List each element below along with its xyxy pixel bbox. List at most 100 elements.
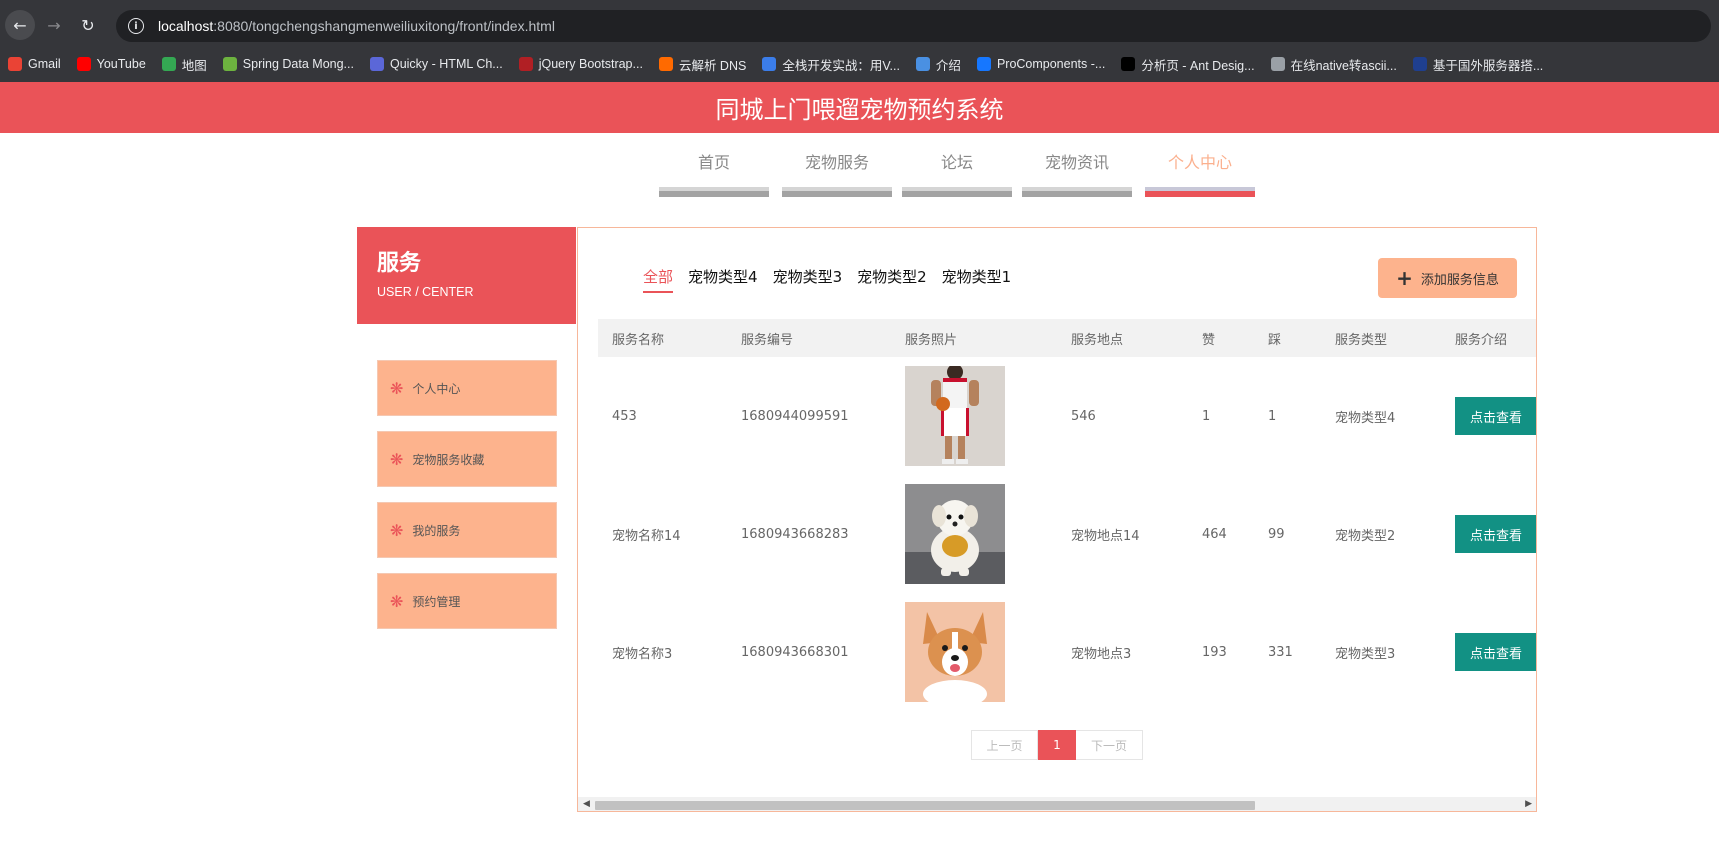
- prev-page-button[interactable]: 上一页: [971, 730, 1038, 760]
- page-number-current[interactable]: 1: [1038, 730, 1076, 760]
- bookmark-favicon-icon: [8, 57, 22, 71]
- snowflake-icon: ❋: [390, 520, 404, 540]
- bookmark-label: 在线native转ascii...: [1290, 58, 1397, 73]
- bookmark-favicon-icon: [976, 57, 991, 71]
- horizontal-scrollbar[interactable]: ◀ ▶: [578, 797, 1536, 811]
- sidebar-item-my-services[interactable]: ❋ 我的服务: [377, 502, 557, 558]
- nav-item-label: 宠物服务: [804, 153, 869, 172]
- bookmark-favicon-icon: [762, 57, 777, 71]
- scroll-right-icon[interactable]: ▶: [1525, 799, 1532, 809]
- bookmark-item[interactable]: Quicky - HTML Ch...: [369, 57, 503, 71]
- snowflake-icon: ❋: [390, 449, 404, 469]
- sidebar-item-bookings[interactable]: ❋ 预约管理: [377, 573, 557, 629]
- snowflake-icon: ❋: [390, 591, 404, 611]
- reload-button[interactable]: ↻: [73, 10, 103, 40]
- service-code: 1680943668301: [741, 644, 849, 660]
- next-page-button[interactable]: 下一页: [1076, 730, 1143, 760]
- reload-icon: ↻: [81, 15, 95, 35]
- sidebar-item-label: 预约管理: [412, 594, 461, 609]
- sidebar-header: 服务 USER / CENTER: [357, 227, 576, 324]
- bookmark-item[interactable]: 全栈开发实战：用V...: [762, 55, 900, 74]
- arrow-right-icon: →: [47, 15, 61, 35]
- bookmark-item[interactable]: 介绍: [915, 55, 961, 74]
- bookmark-item[interactable]: jQuery Bootstrap...: [518, 57, 643, 71]
- service-photo-cell: [891, 357, 1057, 475]
- service-code: 1680943668283: [741, 526, 849, 542]
- table-row: 宠物名称3 1680943668301 宠物地点3 193 331 宠物类型3 …: [598, 593, 1536, 711]
- service-name: 宠物名称3: [612, 646, 673, 662]
- browser-chrome: ← → ↻ i localhost:8080/tongchengshangmen…: [0, 0, 1719, 82]
- col-header: 赞: [1188, 319, 1254, 357]
- bookmark-label: 介绍: [935, 58, 961, 73]
- view-details-button[interactable]: 点击查看: [1455, 397, 1536, 435]
- bookmark-favicon-icon: [1121, 57, 1136, 71]
- bookmark-item[interactable]: YouTube: [76, 57, 146, 71]
- nav-item-pet-news[interactable]: 宠物资讯: [1022, 152, 1132, 197]
- scrollbar-thumb[interactable]: [595, 801, 1255, 810]
- service-photo-cell: [891, 475, 1057, 593]
- nav-item-pet-services[interactable]: 宠物服务: [782, 152, 892, 197]
- bookmark-item[interactable]: ProComponents -...: [976, 57, 1105, 71]
- snowflake-icon: ❋: [390, 378, 404, 398]
- bookmark-favicon-icon: [369, 57, 384, 71]
- filter-tab-type4[interactable]: 宠物类型4: [688, 266, 758, 293]
- site-info-icon[interactable]: i: [128, 18, 144, 34]
- bookmark-favicon-icon: [161, 57, 176, 71]
- col-header: 服务照片: [891, 319, 1057, 357]
- nav-item-home[interactable]: 首页: [659, 152, 769, 197]
- view-details-button[interactable]: 点击查看: [1455, 633, 1536, 671]
- scroll-left-icon[interactable]: ◀: [583, 799, 590, 809]
- bookmark-item[interactable]: 分析页 - Ant Desig...: [1121, 55, 1255, 74]
- add-service-button[interactable]: + 添加服务信息: [1378, 258, 1517, 298]
- like-count: 464: [1202, 526, 1227, 542]
- filter-tab-type1[interactable]: 宠物类型1: [942, 266, 1012, 293]
- bookmark-item[interactable]: Gmail: [8, 57, 61, 71]
- service-photo[interactable]: [905, 366, 1005, 466]
- sidebar-item-user-center[interactable]: ❋ 个人中心: [377, 360, 557, 416]
- filter-tab-type3[interactable]: 宠物类型3: [773, 266, 843, 293]
- address-bar[interactable]: i localhost:8080/tongchengshangmenweiliu…: [116, 10, 1711, 42]
- sidebar-subtitle: USER / CENTER: [377, 285, 474, 299]
- bookmark-label: Quicky - HTML Ch...: [389, 57, 503, 71]
- bookmark-item[interactable]: Spring Data Mong...: [222, 57, 354, 71]
- table-header-row: 服务名称 服务编号 服务照片 服务地点 赞 踩 服务类型 服务介绍: [598, 319, 1536, 357]
- bookmark-label: jQuery Bootstrap...: [538, 57, 643, 71]
- bookmark-label: 全栈开发实战：用V...: [782, 58, 900, 73]
- view-details-button[interactable]: 点击查看: [1455, 515, 1536, 553]
- address-row: ← → ↻ i localhost:8080/tongchengshangmen…: [0, 4, 1719, 46]
- bookmark-favicon-icon: [915, 57, 930, 71]
- back-button[interactable]: ←: [5, 10, 35, 40]
- bookmark-item[interactable]: 在线native转ascii...: [1270, 55, 1397, 74]
- nav-item-forum[interactable]: 论坛: [902, 152, 1012, 197]
- sidebar-item-label: 个人中心: [412, 381, 461, 396]
- service-place: 546: [1071, 408, 1096, 424]
- like-count: 193: [1202, 644, 1227, 660]
- main-nav: 首页 宠物服务 论坛 宠物资讯 个人中心: [0, 152, 1719, 197]
- plus-icon: +: [1396, 266, 1413, 290]
- col-header: 踩: [1254, 319, 1321, 357]
- table-row: 宠物名称14 1680943668283 宠物地点14 464 99 宠物类型2…: [598, 475, 1536, 593]
- filter-tab-type2[interactable]: 宠物类型2: [857, 266, 927, 293]
- url-text[interactable]: localhost:8080/tongchengshangmenweiliuxi…: [158, 18, 555, 34]
- like-count: 1: [1202, 408, 1211, 424]
- service-photo[interactable]: [905, 602, 1005, 702]
- dislike-count: 99: [1268, 526, 1285, 542]
- bookmark-favicon-icon: [658, 57, 673, 71]
- site-header: 同城上门喂遛宠物预约系统: [0, 82, 1719, 133]
- sidebar-item-label: 宠物服务收藏: [412, 452, 485, 467]
- sidebar-item-favorites[interactable]: ❋ 宠物服务收藏: [377, 431, 557, 487]
- bookmark-label: 分析页 - Ant Desig...: [1141, 58, 1255, 73]
- forward-button[interactable]: →: [39, 10, 69, 40]
- nav-item-user-center[interactable]: 个人中心: [1145, 152, 1255, 197]
- bookmark-item[interactable]: 地图: [161, 55, 207, 74]
- service-code: 1680944099591: [741, 408, 849, 424]
- nav-item-label: 首页: [697, 153, 730, 172]
- service-photo[interactable]: [905, 484, 1005, 584]
- action-cell: 点击查看: [1441, 475, 1536, 593]
- dislike-count: 1: [1268, 408, 1277, 424]
- service-type: 宠物类型3: [1335, 646, 1396, 662]
- bookmark-item[interactable]: 基于国外服务器搭...: [1412, 55, 1543, 74]
- col-header: 服务名称: [598, 319, 727, 357]
- bookmark-item[interactable]: 云解析 DNS: [658, 55, 746, 74]
- filter-tab-all[interactable]: 全部: [643, 266, 674, 293]
